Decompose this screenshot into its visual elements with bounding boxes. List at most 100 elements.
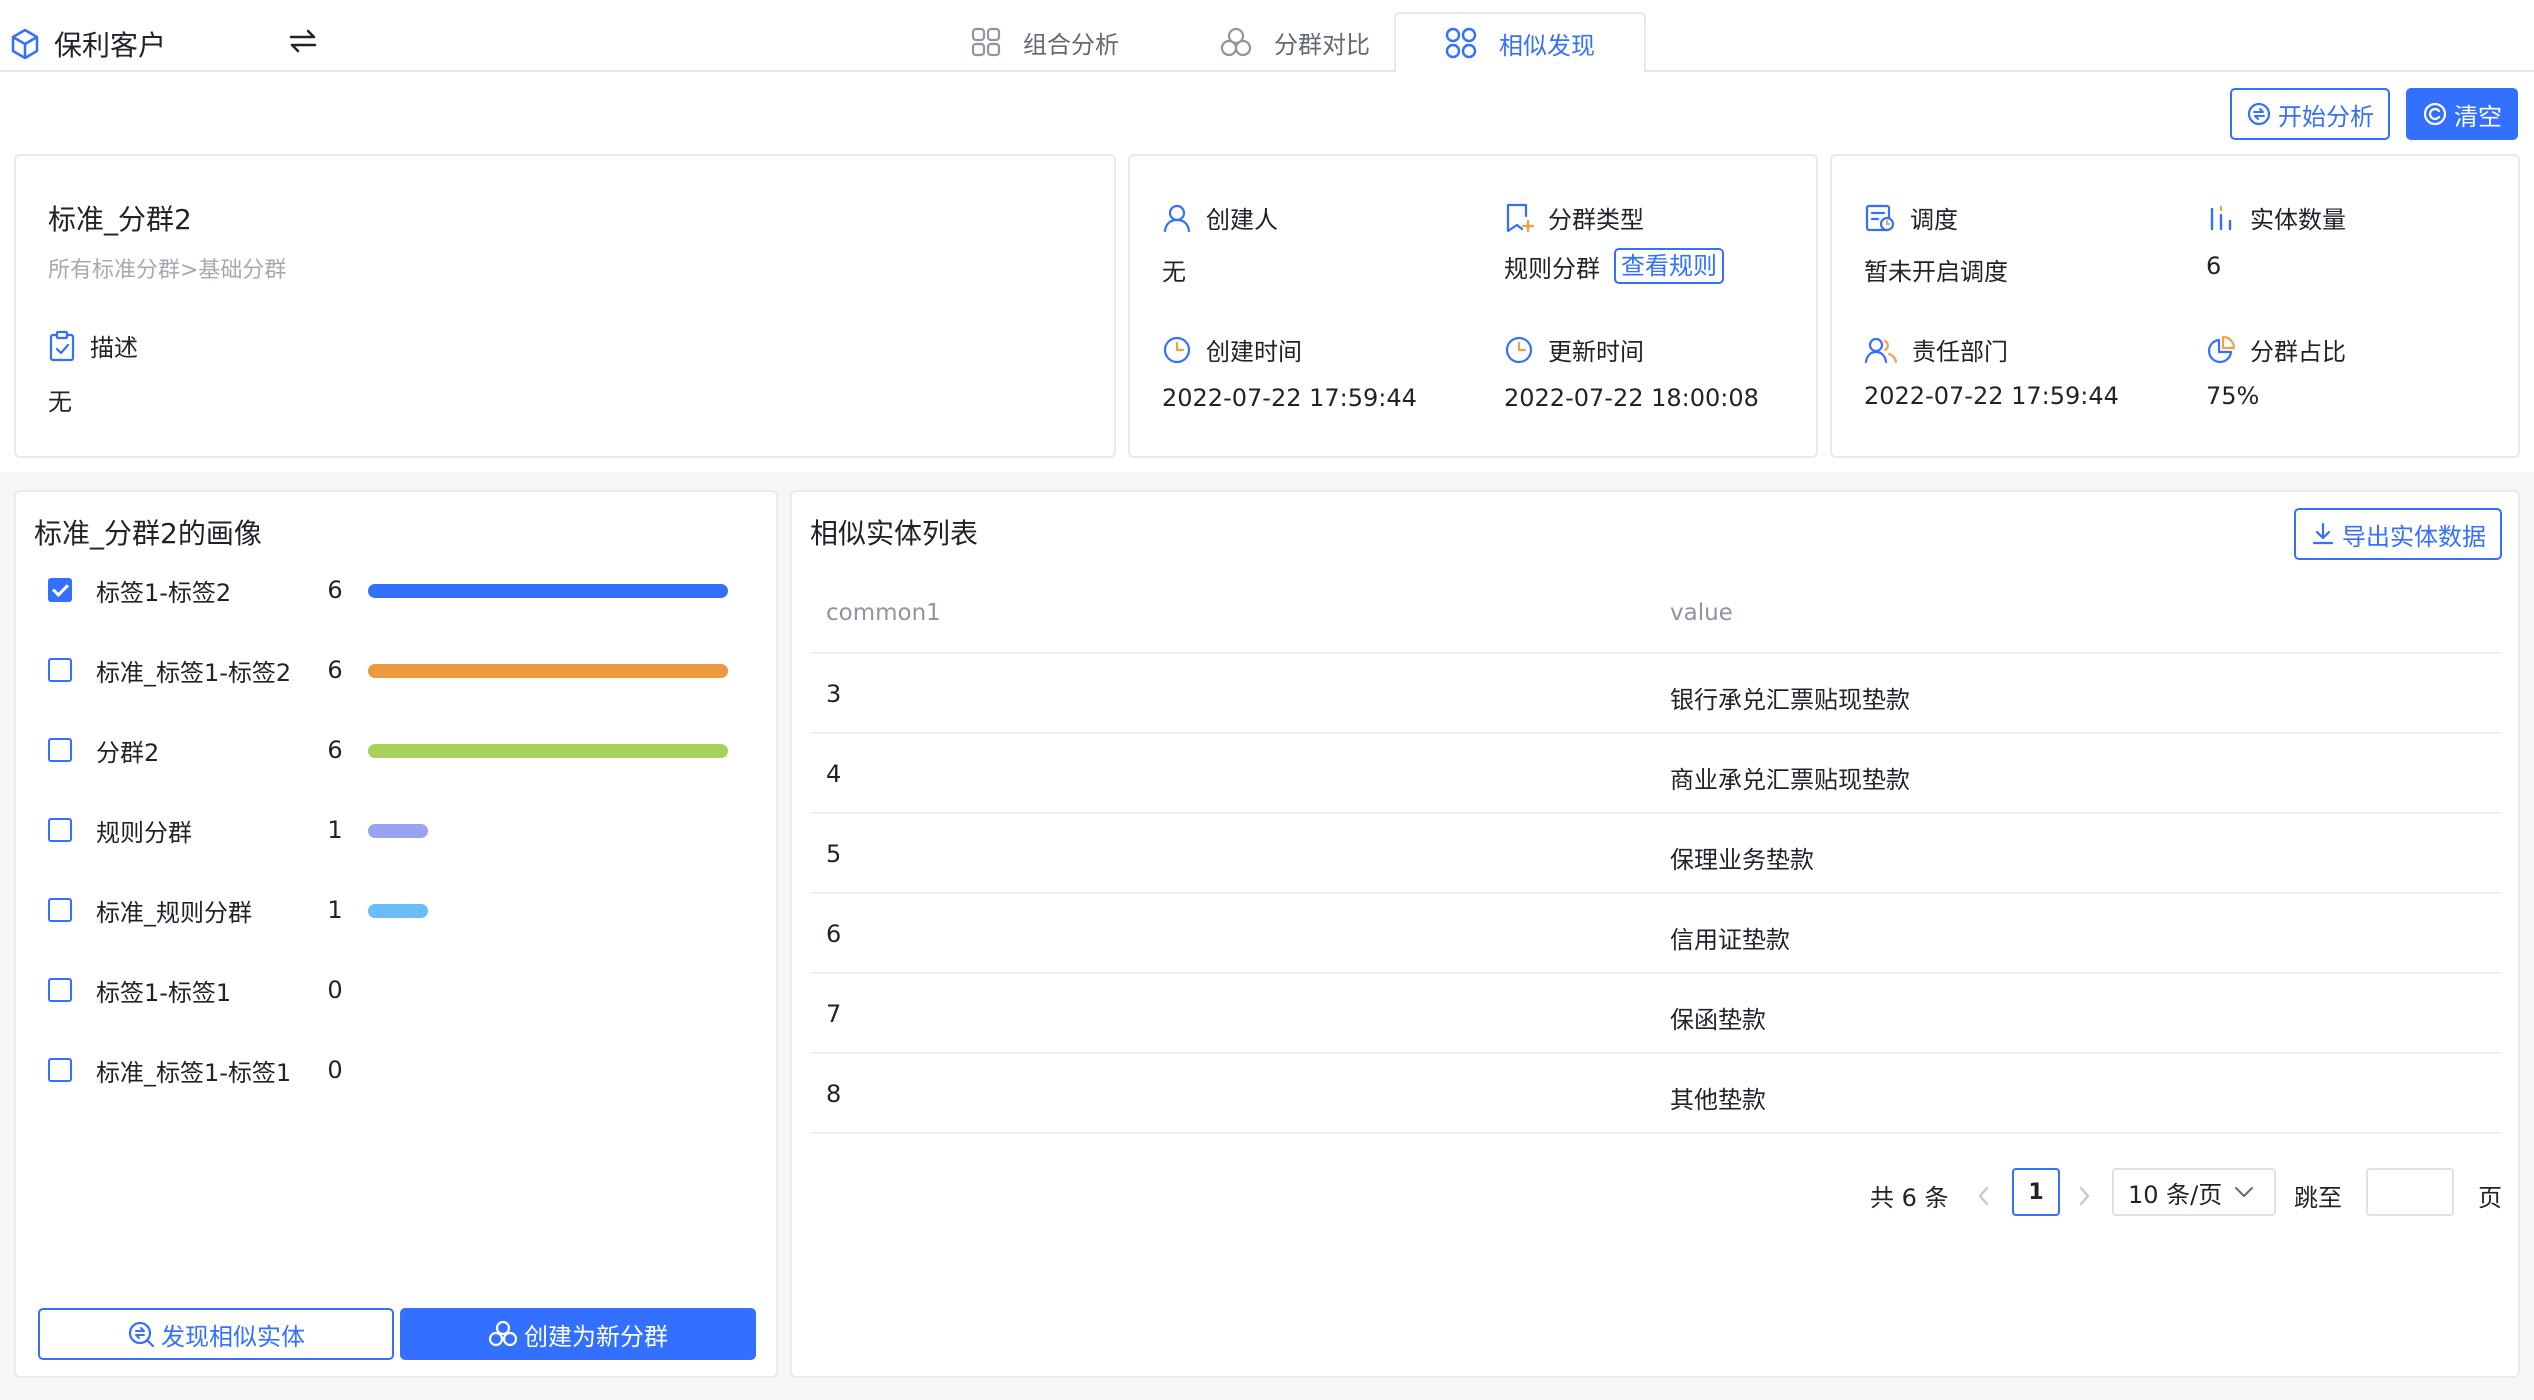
portrait-tag-row[interactable]: 标准_标签1-标签2 6 (48, 650, 748, 690)
tag-label: 标准_规则分群 (96, 898, 252, 927)
clock-icon (1163, 336, 1191, 363)
prev-page-icon[interactable] (1976, 1184, 1992, 1208)
description-label: 描述 (48, 328, 138, 363)
portrait-title: 标准_分群2的画像 (34, 517, 262, 550)
page-size-select[interactable]: 10 条/页 (2112, 1168, 2276, 1216)
segment-type-label: 分群类型 (1504, 200, 1644, 235)
row-divider (810, 732, 2502, 734)
tag-count: 6 (327, 736, 343, 764)
portrait-tag-row[interactable]: 标签1-标签1 0 (48, 970, 748, 1010)
department-value: 2022-07-22 17:59:44 (1864, 382, 2119, 410)
tag-count: 6 (327, 656, 343, 684)
page-1-button[interactable]: 1 (2012, 1168, 2060, 1216)
create-segment-button[interactable]: 创建为新分群 (400, 1308, 756, 1360)
portrait-tag-row[interactable]: 标准_标签1-标签1 0 (48, 1050, 748, 1090)
view-rule-link[interactable]: 查看规则 (1614, 248, 1724, 284)
tab-segment-compare[interactable]: 分群对比 (1180, 12, 1410, 72)
segments-icon (488, 1320, 518, 1347)
portrait-tag-row[interactable]: 规则分群 1 (48, 810, 748, 850)
updated-time-value: 2022-07-22 18:00:08 (1504, 384, 1759, 412)
cube-icon (11, 28, 39, 60)
ratio-value: 75% (2206, 382, 2260, 410)
switch-icon[interactable] (286, 28, 320, 54)
tag-label: 标准_标签1-标签2 (96, 658, 292, 687)
top-bar: 保利客户 组合分析 分群对比 相似发现 (0, 0, 2534, 74)
entity-count-value: 6 (2206, 252, 2222, 280)
row-divider (810, 1132, 2502, 1134)
created-time-label: 创建时间 (1162, 332, 1302, 367)
portrait-tag-row[interactable]: 标准_规则分群 1 (48, 890, 748, 930)
tag-bar (368, 744, 728, 758)
clear-icon (2423, 102, 2447, 126)
similar-entities-panel (790, 490, 2520, 1378)
tag-checkbox[interactable] (48, 658, 72, 682)
total-count: 共 6 条 (1870, 1184, 1949, 1212)
users-icon (1864, 337, 1898, 363)
table-cell-value: 其他垫款 (1670, 1086, 1766, 1114)
table-cell-value: 商业承兑汇票贴现垫款 (1670, 766, 1910, 794)
circles-grid-icon (1445, 27, 1477, 59)
download-icon (2312, 522, 2334, 545)
tag-checkbox[interactable] (48, 898, 72, 922)
segment-path: 所有标准分群>基础分群 (48, 258, 287, 283)
creator-meta-card: 创建人 无 分群类型 规则分群 查看规则 创建时间 2022-07-22 17:… (1128, 154, 1818, 458)
clear-button[interactable]: 清空 (2406, 88, 2518, 140)
tab-combination-analysis[interactable]: 组合分析 (930, 12, 1160, 72)
portrait-tag-row[interactable]: 分群2 6 (48, 730, 748, 770)
grid-icon (971, 27, 1001, 57)
tag-checkbox[interactable] (48, 1058, 72, 1082)
table-cell-value: 保理业务垫款 (1670, 846, 1814, 874)
page-suffix: 页 (2478, 1184, 2502, 1212)
tab-label: 相似发现 (1499, 31, 1595, 60)
tag-count: 1 (327, 816, 343, 844)
portrait-tag-row[interactable]: 标签1-标签2 6 (48, 570, 748, 610)
tag-bar (368, 664, 728, 678)
schedule-icon (1865, 204, 1895, 231)
updated-time-label: 更新时间 (1504, 332, 1644, 367)
created-time-value: 2022-07-22 17:59:44 (1162, 384, 1417, 412)
tag-count: 6 (327, 576, 343, 604)
tag-count: 1 (327, 896, 343, 924)
bar-chart-icon (2210, 205, 2232, 230)
ratio-label: 分群占比 (2206, 332, 2346, 367)
table-cell-common1: 6 (826, 920, 842, 948)
next-page-icon[interactable] (2076, 1184, 2092, 1208)
jump-page-input[interactable] (2366, 1168, 2454, 1216)
segments-icon (1220, 27, 1252, 57)
row-divider (810, 892, 2502, 894)
tag-checkbox[interactable] (48, 978, 72, 1002)
start-analysis-button[interactable]: 开始分析 (2230, 88, 2390, 140)
tag-checkbox[interactable] (48, 818, 72, 842)
schedule-meta-card: 调度 暂未开启调度 实体数量 6 责任部门 2022-07-22 17:59:4… (1830, 154, 2520, 458)
tag-label: 标准_标签1-标签1 (96, 1058, 292, 1087)
brand: 保利客户 (10, 24, 166, 64)
tag-bar (368, 824, 428, 838)
tag-checkbox[interactable] (48, 738, 72, 762)
tag-label: 分群2 (96, 738, 160, 767)
portrait-panel: 标准_分群2的画像 标签1-标签2 6 标准_标签1-标签2 6 分群2 6 规则分群 1 标准… (14, 490, 778, 1378)
chevron-down-icon (2235, 1187, 2254, 1197)
column-header-common1[interactable]: common1 (826, 600, 941, 626)
search-icon (128, 1321, 155, 1348)
app-title: 保利客户 (54, 29, 167, 62)
row-divider (810, 1052, 2502, 1054)
tag-checkbox[interactable] (48, 578, 72, 602)
table-cell-value: 保函垫款 (1670, 1006, 1766, 1034)
segment-name: 标准_分群2 (48, 203, 192, 236)
segment-info-card: 标准_分群2 所有标准分群>基础分群 描述 无 (14, 154, 1116, 458)
export-data-button[interactable]: 导出实体数据 (2294, 508, 2502, 560)
tag-count: 0 (327, 1056, 343, 1084)
tag-count: 0 (327, 976, 343, 1004)
find-similar-button[interactable]: 发现相似实体 (38, 1308, 394, 1360)
tag-bar (368, 904, 428, 918)
tab-similar-discovery[interactable]: 相似发现 (1394, 12, 1646, 74)
jump-label: 跳至 (2294, 1184, 2342, 1212)
table-cell-common1: 3 (826, 680, 842, 708)
column-header-value[interactable]: value (1670, 600, 1733, 626)
row-divider (810, 972, 2502, 974)
description-value: 无 (48, 388, 72, 416)
table-cell-value: 银行承兑汇票贴现垫款 (1670, 686, 1910, 714)
table-cell-common1: 7 (826, 1000, 842, 1028)
department-label: 责任部门 (1864, 332, 2008, 367)
tag-label: 标签1-标签1 (96, 978, 232, 1007)
